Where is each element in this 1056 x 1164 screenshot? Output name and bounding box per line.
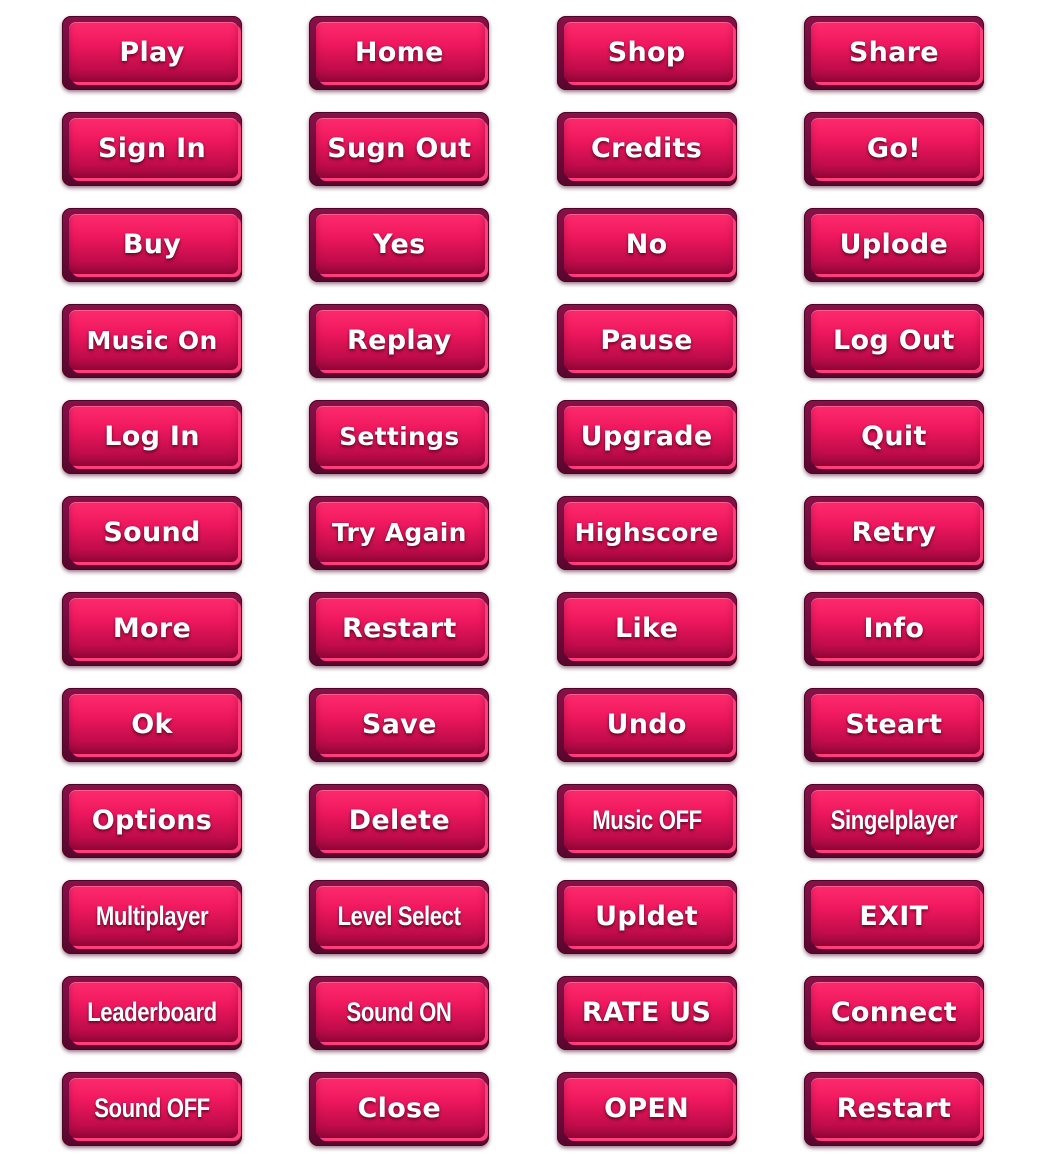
sound-button[interactable]: Sound [62,496,242,570]
upload-button[interactable]: Uplode [803,208,984,282]
music-off-button[interactable]: Music OFF [556,784,737,858]
info-button[interactable]: Info [803,592,984,666]
button-label: Sign In [97,132,207,164]
button-label: Log Out [833,324,955,356]
button-label: Log In [104,420,200,452]
button-label: Yes [373,228,426,260]
buy-button[interactable]: Buy [62,208,242,282]
ok-button[interactable]: Ok [62,688,242,762]
quit-button[interactable]: Quit [803,400,984,474]
settings-button[interactable]: Settings [309,400,490,474]
music-on-button[interactable]: Music On [62,304,242,378]
button-label: Leaderboard [87,996,217,1027]
button-label: Sugn Out [327,132,472,164]
button-label: No [625,228,668,260]
level-select-button[interactable]: Level Select [309,880,490,954]
undo-button[interactable]: Undo [556,688,737,762]
button-label: Uplode [839,228,949,260]
button-label: Singelplayer [830,804,958,835]
button-label: Info [863,612,925,644]
button-label: Upldet [595,900,699,932]
button-label: Share [848,36,939,68]
button-label: Multiplayer [95,900,209,931]
button-label: Sound [103,516,201,548]
button-label: Ok [131,708,173,740]
button-label: Pause [600,324,693,356]
home-button[interactable]: Home [309,16,490,90]
pause-button[interactable]: Pause [556,304,737,378]
button-label: Try Again [331,517,467,547]
button-label: Sound OFF [94,1092,210,1123]
log-out-button[interactable]: Log Out [803,304,984,378]
upgrade-button[interactable]: Upgrade [556,400,737,474]
button-label: Shop [607,36,686,68]
button-label: Home [354,36,444,68]
try-again-button[interactable]: Try Again [309,496,490,570]
button-label: Upgrade [580,420,713,452]
go-button[interactable]: Go! [803,112,984,186]
multiplayer-button[interactable]: Multiplayer [62,880,242,954]
sign-in-button[interactable]: Sign In [62,112,242,186]
retry-button[interactable]: Retry [803,496,984,570]
button-label: Buy [122,228,182,260]
button-label: Play [119,36,185,68]
button-label: Music On [86,325,218,355]
button-label: Level Select [337,900,461,931]
save-button[interactable]: Save [309,688,490,762]
options-button[interactable]: Options [62,784,242,858]
button-label: OPEN [604,1092,690,1124]
rate-us-button[interactable]: RATE US [556,976,737,1050]
restart-button[interactable]: Restart [309,592,490,666]
sound-on-button[interactable]: Sound ON [309,976,490,1050]
button-label: Save [361,708,437,740]
open-button[interactable]: OPEN [556,1072,737,1146]
shop-button[interactable]: Shop [556,16,737,90]
button-label: Undo [606,708,687,740]
highscore-button[interactable]: Highscore [556,496,737,570]
button-label: Highscore [574,517,719,547]
exit-button[interactable]: EXIT [803,880,984,954]
button-label: Steart [845,708,943,740]
button-label: Retry [851,516,937,548]
close-button[interactable]: Close [309,1072,490,1146]
button-label: Quit [861,420,927,452]
button-label: Sound ON [346,996,452,1027]
play-button[interactable]: Play [62,16,242,90]
button-grid: Play Home Shop Share Sign In Sugn Out Cr… [62,16,984,1146]
button-label: Close [357,1092,442,1124]
singleplayer-button[interactable]: Singelplayer [803,784,984,858]
replay-button[interactable]: Replay [309,304,490,378]
delete-button[interactable]: Delete [309,784,490,858]
connect-button[interactable]: Connect [803,976,984,1050]
button-label: Restart [341,612,457,644]
button-label: Go! [866,132,921,164]
button-label: More [112,612,192,644]
credits-button[interactable]: Credits [556,112,737,186]
more-button[interactable]: More [62,592,242,666]
button-label: Like [614,612,679,644]
button-label: EXIT [859,900,929,932]
button-label: Replay [347,324,452,356]
restart-button-2[interactable]: Restart [803,1072,984,1146]
like-button[interactable]: Like [556,592,737,666]
button-label: Settings [339,421,460,451]
button-label: Delete [348,804,450,836]
button-label: Credits [591,132,703,164]
update-button[interactable]: Upldet [556,880,737,954]
log-in-button[interactable]: Log In [62,400,242,474]
button-label: Options [91,804,213,836]
button-label: Connect [830,996,957,1028]
leaderboard-button[interactable]: Leaderboard [62,976,242,1050]
start-button[interactable]: Steart [803,688,984,762]
button-label: RATE US [581,996,712,1028]
share-button[interactable]: Share [803,16,984,90]
sign-out-button[interactable]: Sugn Out [309,112,490,186]
yes-button[interactable]: Yes [309,208,490,282]
button-label: Restart [836,1092,952,1124]
button-label: Music OFF [591,804,702,835]
sound-off-button[interactable]: Sound OFF [62,1072,242,1146]
no-button[interactable]: No [556,208,737,282]
